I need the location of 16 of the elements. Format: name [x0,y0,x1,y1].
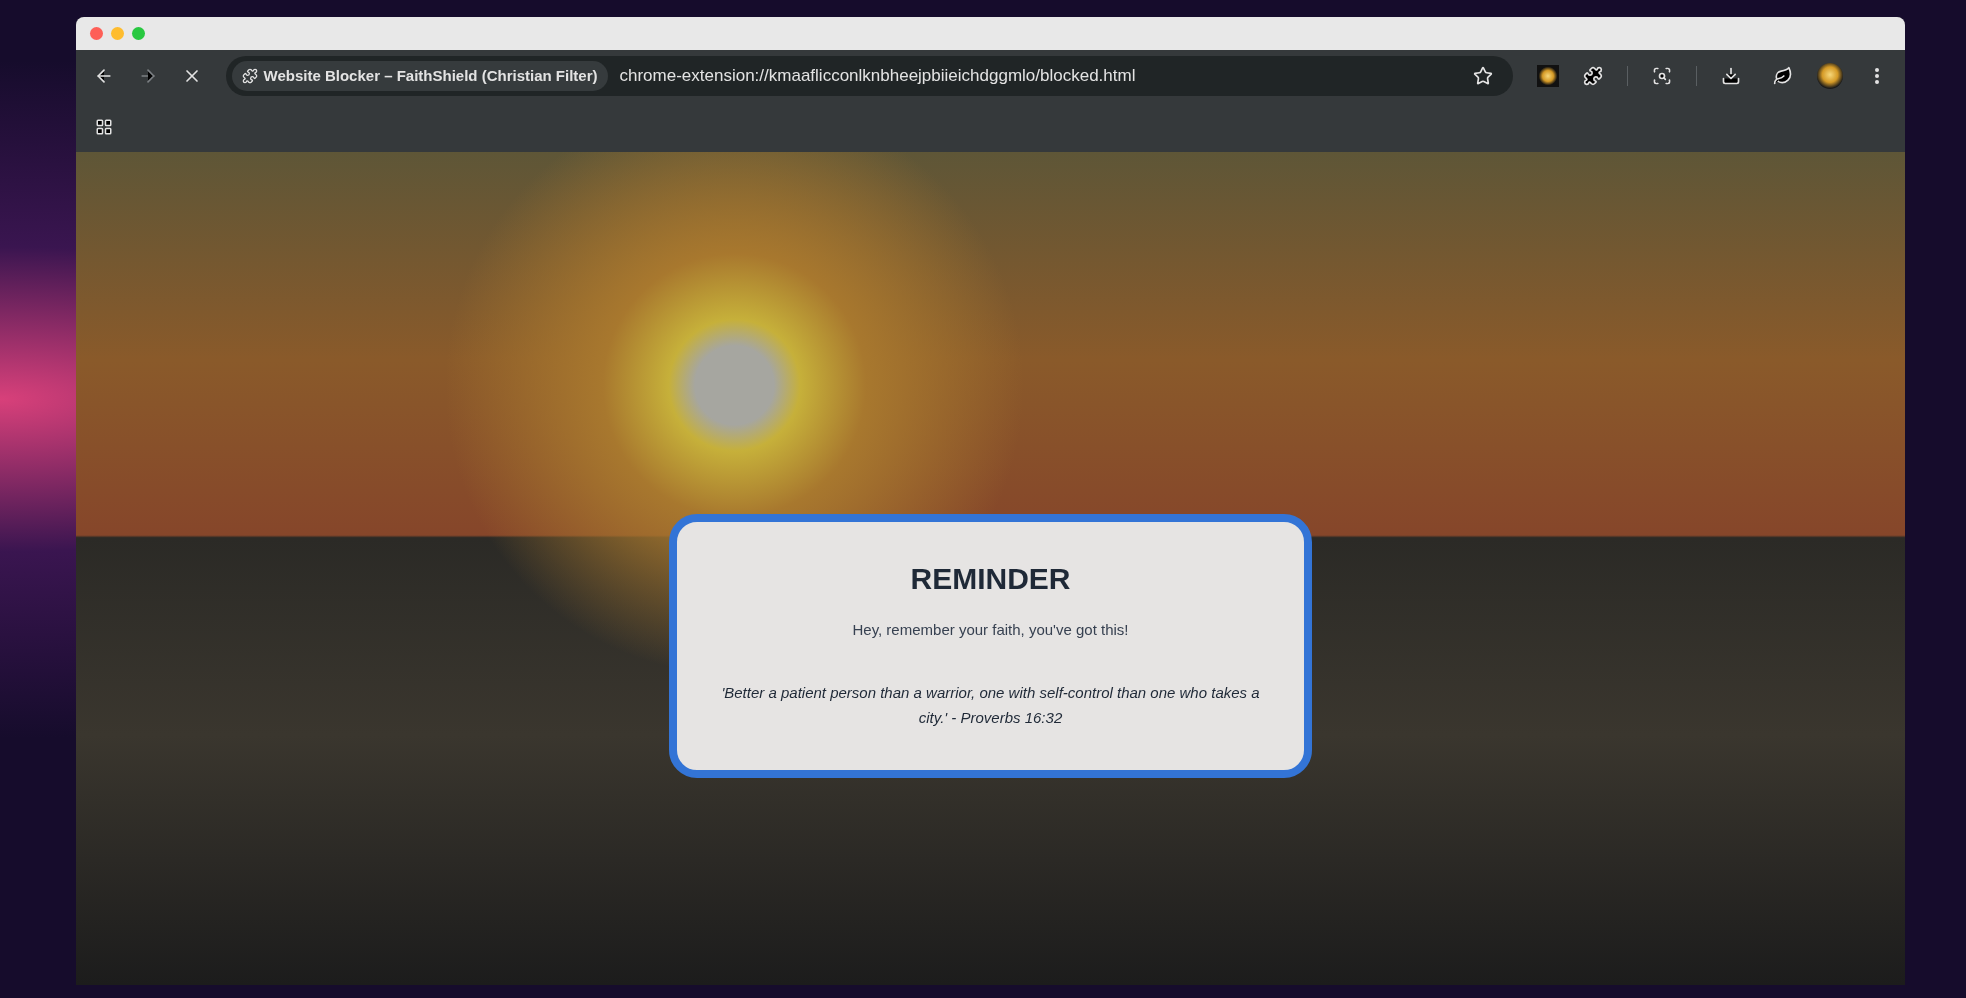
menu-icon [1875,68,1879,84]
star-icon [1473,66,1493,86]
url-text: chrome-extension://kmaaflicconlknbheejpbiieichdggmlo/blocked.html [619,65,1137,88]
avatar-icon[interactable] [1817,63,1843,89]
puzzle-icon [1583,66,1603,86]
reminder-title: REMINDER [910,561,1071,597]
extension-icon [241,68,258,84]
extension-chip[interactable]: Website Blocker – FaithShield (Christian Filter) [231,61,608,91]
reminder-message: Hey, remember your faith, you've got this! [852,620,1129,640]
extension-avatar-icon[interactable] [1537,65,1559,87]
leaf-icon [1773,66,1793,86]
bible-quote: 'Better a patient person than a warrior, one with self-control than one who takes a city.' - Proverbs 16:32 [720,682,1261,728]
screen-search-icon [1652,66,1672,86]
download-icon [1721,66,1741,86]
grid-icon [95,118,113,136]
address-bar[interactable]: Website Blocker – FaithShield (Christian Filter) chrome-extension://kmaaflicconlknbheejpbiieichdggmlo/blocked.html [225,56,1513,96]
